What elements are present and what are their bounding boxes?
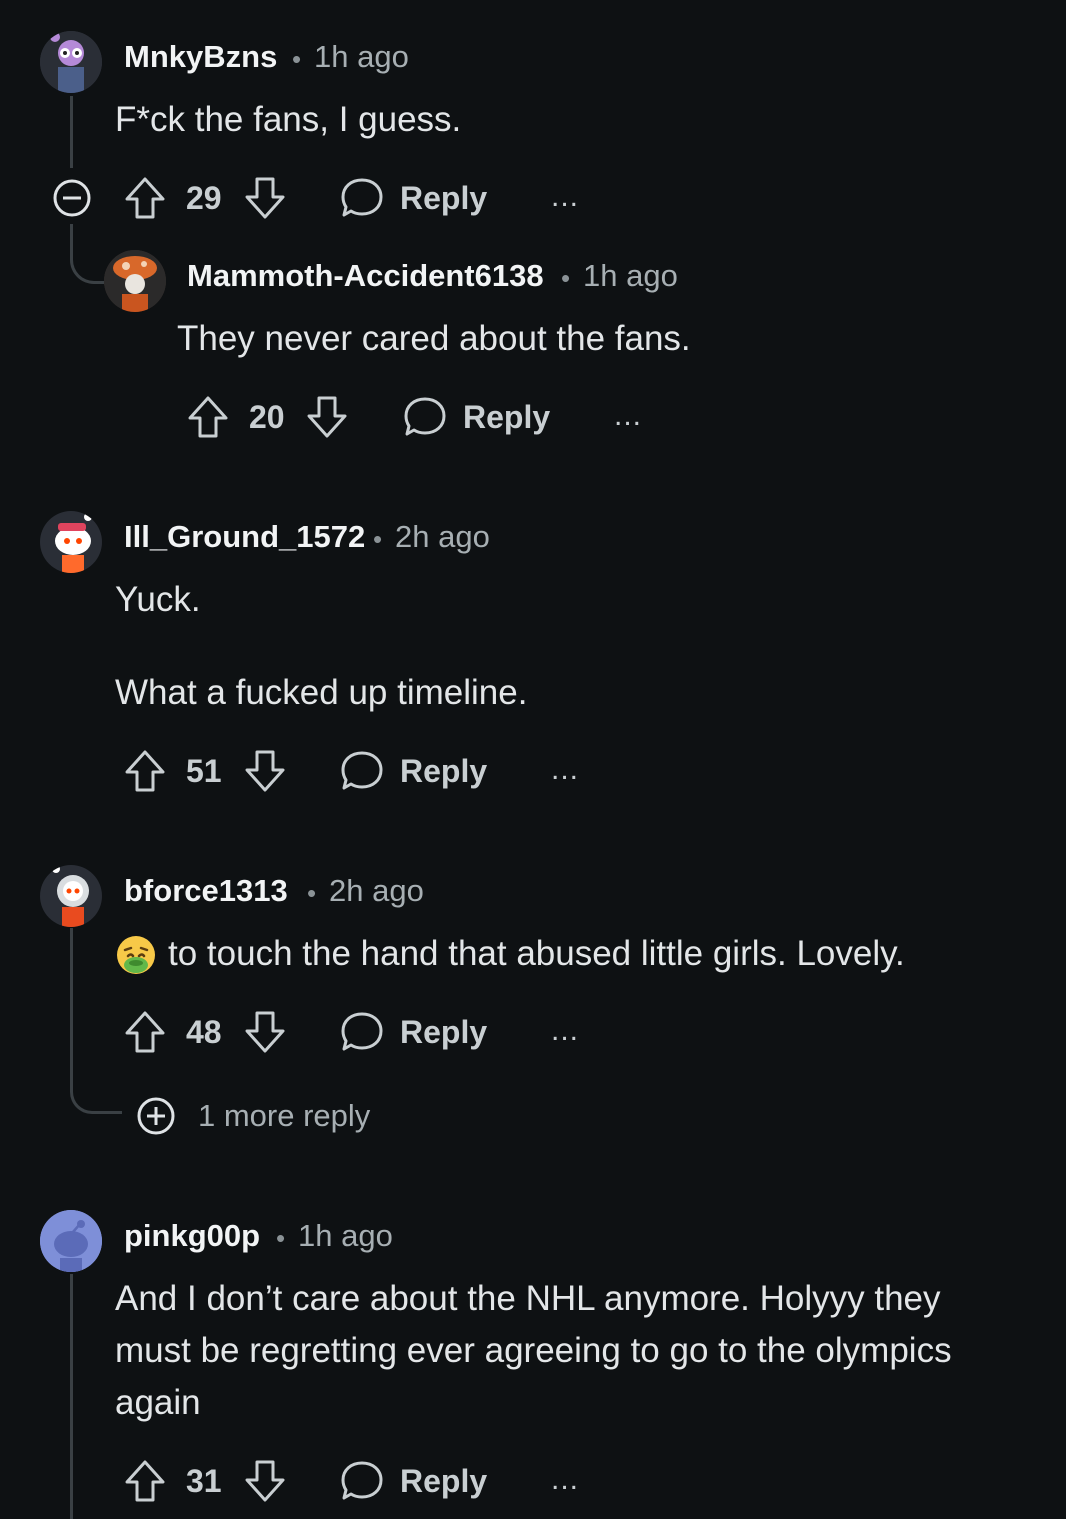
upvote-icon [188,396,228,438]
upvote-button[interactable] [187,395,229,439]
more-options-button[interactable]: ... [551,753,579,787]
avatar[interactable] [40,865,102,927]
reply-button[interactable]: Reply [340,176,490,220]
thread-line [70,928,73,1088]
nauseated-face-emoji [115,934,157,976]
reply-label: Reply [400,1463,488,1499]
upvote-button[interactable] [124,1459,166,1503]
separator-dot: • [373,524,383,554]
downvote-icon [307,396,347,438]
upvote-icon [125,1460,165,1502]
avatar-image [104,250,166,312]
upvote-button[interactable] [124,1010,166,1054]
downvote-button[interactable] [244,1459,286,1503]
separator-dot: • [276,1223,286,1253]
vote-count: 48 [186,1014,222,1050]
avatar[interactable] [104,250,166,312]
downvote-icon [245,750,285,792]
upvote-icon [125,177,165,219]
speech-bubble-icon [404,397,446,436]
username[interactable]: Ill_Ground_1572 [124,519,365,555]
thread-connector [70,224,104,284]
more-options-button[interactable]: ... [551,180,579,214]
timestamp[interactable]: 2h ago [329,873,424,909]
avatar-image [40,865,102,927]
comment-text: Yuck. [115,580,201,619]
comment-text: to touch the hand that abused little gir… [168,934,905,973]
downvote-icon [245,1011,285,1053]
thread-line [70,96,73,168]
reply-button[interactable]: Reply [340,749,490,793]
reply-button[interactable]: Reply [403,395,553,439]
avatar[interactable] [40,31,102,93]
avatar-image [40,31,102,93]
vote-count: 31 [186,1463,222,1499]
vote-count: 51 [186,753,222,789]
more-options-button[interactable]: ... [614,399,642,433]
avatar[interactable] [40,1210,102,1272]
speech-bubble-icon [341,1012,383,1051]
collapse-thread-button[interactable] [52,178,92,218]
reply-label: Reply [400,180,488,216]
comment-text-line: again [115,1383,201,1422]
downvote-button[interactable] [244,176,286,220]
username[interactable]: MnkyBzns [124,39,277,75]
username[interactable]: bforce1313 [124,873,288,909]
upvote-icon [125,1011,165,1053]
more-options-button[interactable]: ... [551,1014,579,1048]
downvote-button[interactable] [244,1010,286,1054]
upvote-icon [125,750,165,792]
speech-bubble-icon [341,751,383,790]
reply-button[interactable]: Reply [340,1459,490,1503]
username[interactable]: Mammoth-Accident6138 [187,258,544,294]
separator-dot: • [292,44,302,74]
avatar-image [40,511,102,573]
thread-line [70,1274,73,1519]
vote-count: 29 [186,180,222,216]
separator-dot: • [307,878,317,908]
comment-text: F*ck the fans, I guess. [115,100,462,139]
reply-label: Reply [400,1014,488,1050]
more-replies-button[interactable]: 1 more reply [135,1095,385,1137]
comment-text-line: And I don’t care about the NHL anymore. … [115,1279,941,1318]
more-replies-label: 1 more reply [198,1098,371,1133]
speech-bubble-icon [341,178,383,217]
more-options-button[interactable]: ... [551,1463,579,1497]
upvote-button[interactable] [124,749,166,793]
comment-text: What a fucked up timeline. [115,673,528,712]
plus-circle-icon [137,1097,175,1135]
separator-dot: • [561,263,571,293]
minus-circle-icon [53,179,91,217]
downvote-icon [245,177,285,219]
downvote-button[interactable] [244,749,286,793]
reply-button[interactable]: Reply [340,1010,490,1054]
timestamp[interactable]: 2h ago [395,519,490,555]
downvote-icon [245,1460,285,1502]
vote-count: 20 [249,399,285,435]
thread-connector [70,1086,122,1114]
downvote-button[interactable] [306,395,348,439]
timestamp[interactable]: 1h ago [298,1218,393,1254]
reply-label: Reply [463,399,551,435]
comment-text-line: must be regretting ever agreeing to go t… [115,1331,952,1370]
avatar-image [40,1210,102,1272]
reply-label: Reply [400,753,488,789]
timestamp[interactable]: 1h ago [583,258,678,294]
upvote-button[interactable] [124,176,166,220]
avatar[interactable] [40,511,102,573]
speech-bubble-icon [341,1461,383,1500]
timestamp[interactable]: 1h ago [314,39,409,75]
comment-text: They never cared about the fans. [177,319,691,358]
username[interactable]: pinkg00p [124,1218,260,1254]
